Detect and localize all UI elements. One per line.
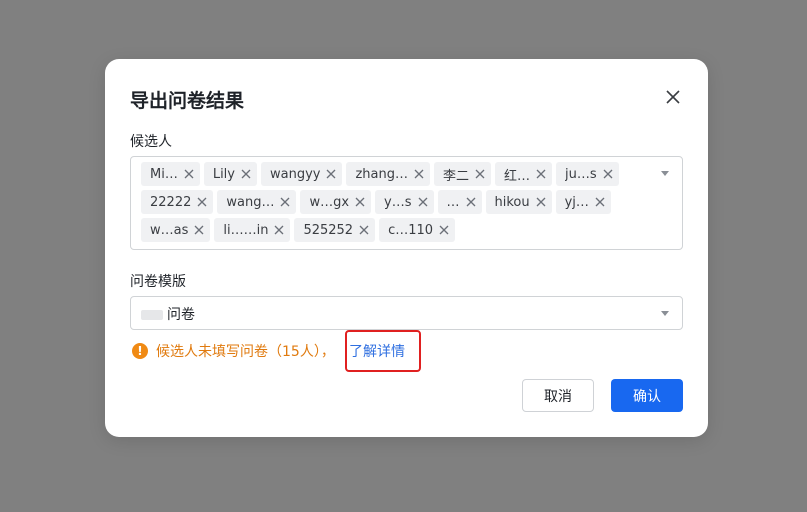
close-icon[interactable]	[662, 86, 684, 108]
candidate-tag: li……in	[214, 218, 291, 242]
candidate-tag: …	[437, 190, 482, 214]
learn-details-link[interactable]: 了解详情	[345, 330, 421, 372]
template-label: 问卷模版	[130, 274, 186, 290]
candidate-tag-label: hikou	[494, 194, 530, 210]
confirm-button[interactable]: 确认	[611, 379, 683, 412]
warning-text: 候选人未填写问卷（15人），	[156, 344, 335, 360]
candidate-tag-label: wangyy	[270, 166, 321, 182]
cancel-button[interactable]: 取消	[522, 379, 594, 412]
candidate-tag: hikou	[485, 190, 552, 214]
candidate-tag: wangyy	[261, 162, 343, 186]
remove-tag-icon[interactable]	[274, 225, 284, 235]
candidate-tag: yj…	[555, 190, 611, 214]
remove-tag-icon[interactable]	[184, 169, 194, 179]
candidate-tag-label: li……in	[223, 222, 269, 238]
remove-tag-icon[interactable]	[197, 197, 207, 207]
chevron-down-icon[interactable]	[661, 171, 669, 176]
remove-tag-icon[interactable]	[418, 197, 428, 207]
remove-tag-icon[interactable]	[536, 169, 546, 179]
remove-tag-icon[interactable]	[595, 197, 605, 207]
candidate-tag: 李二	[434, 162, 492, 186]
candidate-tag: 22222	[141, 190, 214, 214]
candidate-tag-label: y…s	[384, 194, 412, 210]
template-value: 问卷	[141, 304, 195, 324]
candidate-tag-label: 22222	[150, 194, 192, 210]
warning-message: ! 候选人未填写问卷（15人），	[132, 340, 335, 362]
remove-tag-icon[interactable]	[326, 169, 336, 179]
warning-icon: !	[132, 343, 148, 359]
candidate-tag: 525252	[294, 218, 376, 242]
candidate-tag-label: c…110	[388, 222, 434, 238]
remove-tag-icon[interactable]	[466, 197, 476, 207]
export-dialog: 导出问卷结果 候选人 Mi… Lily wangyy zhang… 李二 红… ju…s 22…	[105, 59, 708, 437]
candidate-tag: Mi…	[141, 162, 200, 186]
candidate-tag-label: Lily	[212, 166, 235, 182]
candidate-tag: y…s	[375, 190, 434, 214]
candidate-tag: 红…	[495, 162, 553, 186]
candidate-tag-label: Mi…	[150, 166, 178, 182]
remove-tag-icon[interactable]	[280, 197, 290, 207]
remove-tag-icon[interactable]	[355, 197, 365, 207]
remove-tag-icon[interactable]	[439, 225, 449, 235]
candidate-tag-label: 红…	[504, 168, 531, 184]
remove-tag-icon[interactable]	[414, 169, 424, 179]
candidate-tag-label: ju…s	[565, 166, 597, 182]
candidates-label: 候选人	[130, 134, 172, 150]
remove-tag-icon[interactable]	[241, 169, 251, 179]
candidate-tag-label: …	[446, 194, 460, 210]
candidate-tag-label: wang…	[226, 194, 275, 210]
chevron-down-icon[interactable]	[661, 311, 669, 316]
candidate-tag: Lily	[203, 162, 257, 186]
remove-tag-icon[interactable]	[603, 169, 613, 179]
template-select[interactable]: 问卷	[130, 296, 683, 330]
candidate-tag: c…110	[379, 218, 456, 242]
remove-tag-icon[interactable]	[359, 225, 369, 235]
candidate-tag-label: 525252	[303, 222, 354, 238]
candidates-multiselect[interactable]: Mi… Lily wangyy zhang… 李二 红… ju…s 22222 wang… w…g…	[130, 156, 683, 250]
candidate-tag-label: w…as	[150, 222, 189, 238]
candidate-tag-label: w…gx	[309, 194, 350, 210]
candidate-tag-label: zhang…	[355, 166, 409, 182]
candidate-tag: w…gx	[300, 190, 372, 214]
candidate-tag: wang…	[217, 190, 297, 214]
candidate-tag: zhang…	[346, 162, 431, 186]
candidate-tags: Mi… Lily wangyy zhang… 李二 红… ju…s 22222 wang… w…g…	[141, 162, 651, 242]
remove-tag-icon[interactable]	[536, 197, 546, 207]
candidate-tag-label: 李二	[443, 168, 470, 184]
candidate-tag: ju…s	[556, 162, 619, 186]
candidate-tag: w…as	[141, 218, 211, 242]
remove-tag-icon[interactable]	[475, 169, 485, 179]
candidate-tag-label: yj…	[564, 194, 589, 210]
remove-tag-icon[interactable]	[194, 225, 204, 235]
dialog-title: 导出问卷结果	[130, 90, 245, 112]
